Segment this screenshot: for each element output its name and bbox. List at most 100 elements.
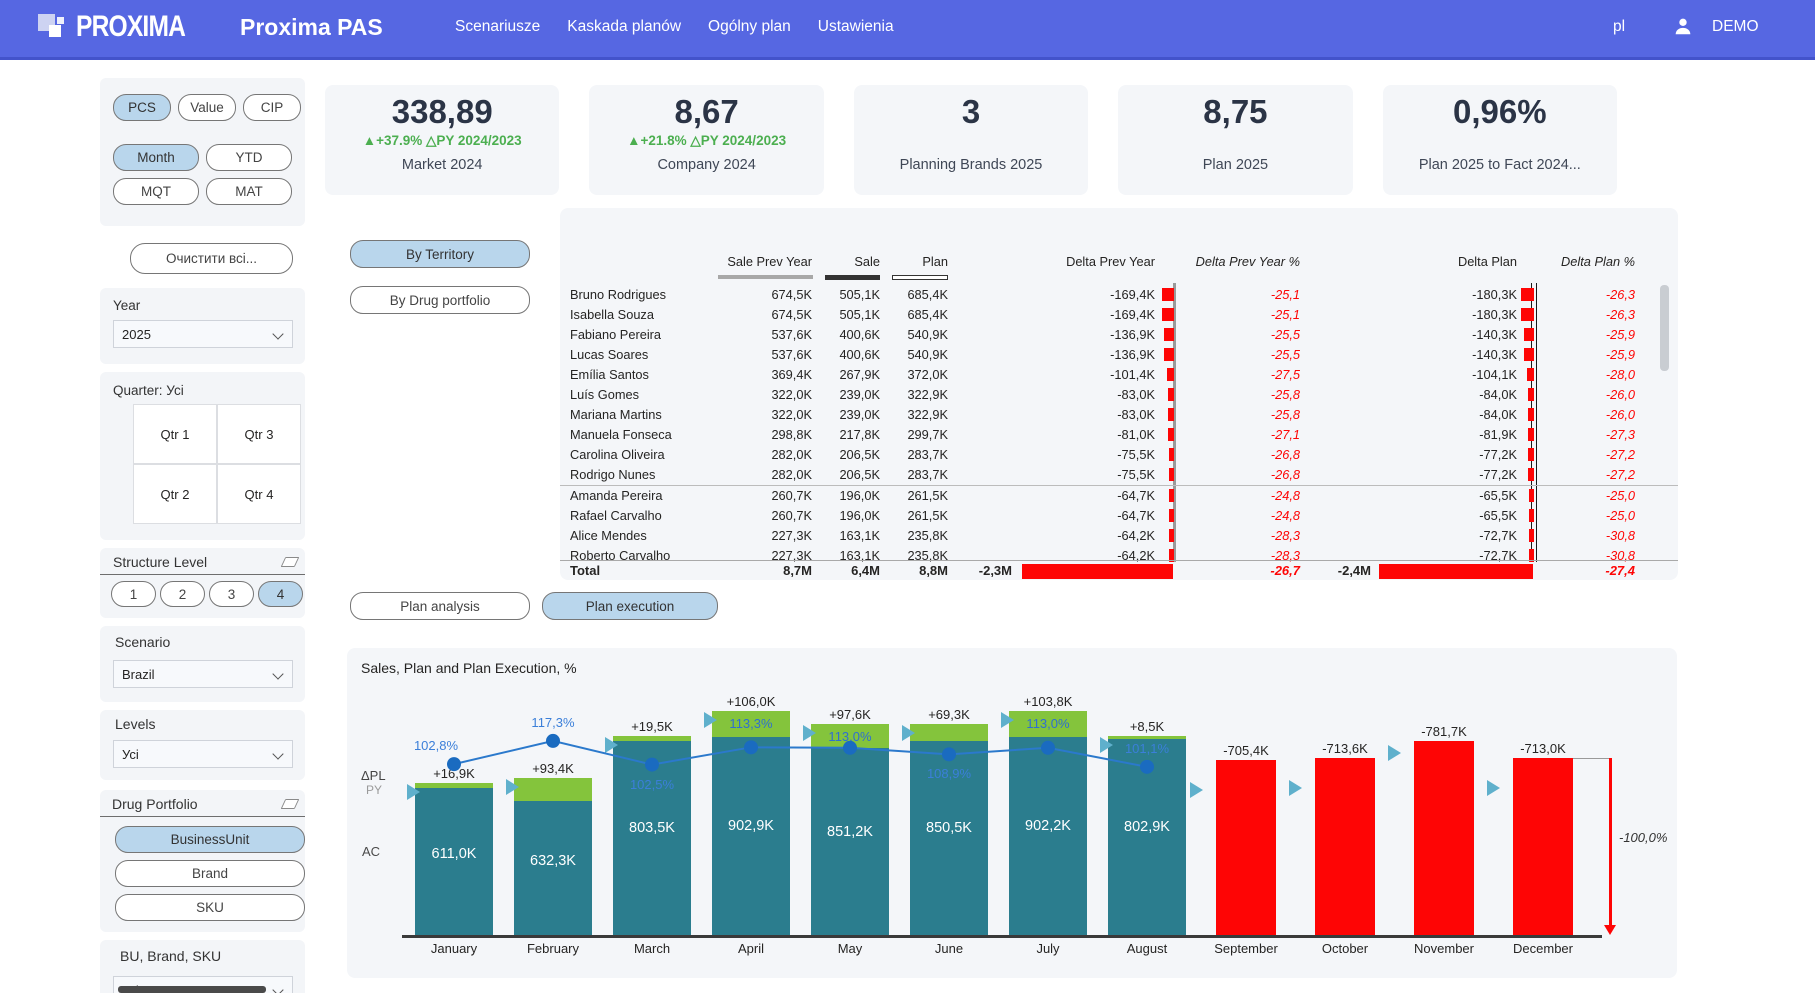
- scenario-dropdown[interactable]: Brazil: [113, 660, 293, 688]
- col-delta-plan[interactable]: Delta Plan: [1300, 252, 1517, 272]
- quarter-label: Quarter: Усі: [113, 383, 184, 398]
- table-row[interactable]: Mariana Martins322,0K239,0K322,9K-83,0K-…: [560, 405, 1678, 425]
- username-label[interactable]: DEMO: [1712, 18, 1759, 36]
- tab-plan-analysis[interactable]: Plan analysis: [350, 592, 530, 620]
- table-row[interactable]: Manuela Fonseca298,8K217,8K299,7K-81,0K-…: [560, 425, 1678, 445]
- clear-all-button[interactable]: Очистити всі...: [130, 243, 293, 274]
- levels-panel: Levels Усі: [100, 710, 305, 780]
- table-row[interactable]: Alice Mendes227,3K163,1K235,8K-64,2K-28,…: [560, 526, 1678, 546]
- period-button-ytd[interactable]: YTD: [206, 144, 292, 171]
- kpi-value: 338,89: [325, 89, 559, 133]
- unit-button-value[interactable]: Value: [178, 94, 236, 121]
- delta-prev-year-bar: [1168, 388, 1174, 401]
- kpi-value: 8,75: [1118, 89, 1352, 133]
- table-row[interactable]: Rodrigo Nunes282,0K206,5K283,7K-75,5K-26…: [560, 465, 1678, 486]
- chevron-down-icon: [272, 668, 283, 679]
- delta-prev-year-bar: [1162, 288, 1174, 301]
- year-dropdown[interactable]: 2025: [113, 320, 293, 348]
- table-scrollbar[interactable]: [1660, 285, 1669, 371]
- col-delta-prev-year[interactable]: Delta Prev Year: [948, 252, 1155, 272]
- table-row[interactable]: Luís Gomes322,0K239,0K322,9K-83,0K-25,8-…: [560, 385, 1678, 405]
- kpi-label: Company 2024: [589, 157, 823, 173]
- structure-level-2[interactable]: 2: [160, 581, 205, 607]
- play-marker-icon: [704, 712, 717, 728]
- scroll-indicator[interactable]: [118, 986, 266, 993]
- table-row[interactable]: Lucas Soares537,6K400,6K540,9K-136,9K-25…: [560, 345, 1678, 365]
- delta-plan-bar: [1528, 448, 1534, 461]
- tab-by-drug-portfolio[interactable]: By Drug portfolio: [350, 286, 530, 314]
- delta-plan-bar: [1528, 428, 1534, 441]
- delta-prev-year-bar: [1167, 368, 1174, 381]
- kpi-card-company: 8,67 ▲+21.8% △PY 2024/2023 Company 2024: [589, 85, 823, 195]
- eraser-icon[interactable]: [281, 557, 300, 567]
- missing-plan-label: -781,7K: [1421, 724, 1467, 739]
- col-sale[interactable]: Sale: [812, 252, 880, 272]
- quarter-button-qtr2[interactable]: Qtr 2: [133, 464, 217, 524]
- delta-value-label: +93,4K: [532, 761, 574, 776]
- table-row[interactable]: Bruno Rodrigues674,5K505,1K685,4K-169,4K…: [560, 285, 1678, 305]
- table-row[interactable]: Emília Santos369,4K267,9K372,0K-101,4K-2…: [560, 365, 1678, 385]
- kpi-row: 338,89 ▲+37.9% △PY 2024/2023 Market 2024…: [325, 85, 1617, 195]
- tab-plan-execution[interactable]: Plan execution: [542, 592, 718, 620]
- delta-plan-bar: [1524, 328, 1534, 341]
- eraser-icon[interactable]: [281, 799, 300, 809]
- delta-plan-bar: [1521, 288, 1534, 301]
- delta-prev-year-bar: [1169, 489, 1174, 502]
- py-legend-mark: [718, 275, 813, 279]
- table-row[interactable]: Fabiano Pereira537,6K400,6K540,9K-136,9K…: [560, 325, 1678, 345]
- nav-item-kaskada-planow[interactable]: Kaskada planów: [567, 18, 681, 36]
- period-button-month[interactable]: Month: [113, 144, 199, 171]
- quarter-button-qtr4[interactable]: Qtr 4: [217, 464, 301, 524]
- execution-pct-label: 102,5%: [630, 777, 674, 792]
- levels-dropdown[interactable]: Усі: [113, 740, 293, 768]
- language-selector[interactable]: pl: [1613, 18, 1625, 36]
- annotation-connector-line: [1573, 758, 1609, 759]
- unit-button-cip[interactable]: CIP: [243, 94, 301, 121]
- quarter-panel: Quarter: Усі Qtr 1 Qtr 3 Qtr 2 Qtr 4: [100, 372, 305, 540]
- play-marker-icon: [407, 784, 420, 800]
- col-plan[interactable]: Plan: [880, 252, 948, 272]
- drug-button-brand[interactable]: Brand: [115, 860, 305, 887]
- missing-plan-bar: [1216, 760, 1276, 935]
- structure-level-3[interactable]: 3: [209, 581, 254, 607]
- table-row[interactable]: Isabella Souza674,5K505,1K685,4K-169,4K-…: [560, 305, 1678, 325]
- fact-value-label: 632,3K: [530, 853, 576, 869]
- period-button-mat[interactable]: MAT: [206, 178, 292, 205]
- plan-execution-annotation: -100,0%: [1619, 830, 1667, 845]
- user-icon[interactable]: [1672, 15, 1694, 42]
- quarter-button-qtr1[interactable]: Qtr 1: [133, 404, 217, 464]
- unit-button-pcs[interactable]: PCS: [113, 94, 171, 121]
- period-button-mqt[interactable]: MQT: [113, 178, 199, 205]
- tab-by-territory[interactable]: By Territory: [350, 240, 530, 268]
- col-sale-prev-year[interactable]: Sale Prev Year: [720, 252, 812, 272]
- delta-plan-segment: [415, 783, 493, 787]
- kpi-card-plan: 8,75 Plan 2025: [1118, 85, 1352, 195]
- delta-prev-year-bar: [1164, 328, 1174, 341]
- delta-plan-bar: [1521, 308, 1534, 321]
- quarter-button-qtr3[interactable]: Qtr 3: [217, 404, 301, 464]
- kpi-card-planning-brands: 3 Planning Brands 2025: [854, 85, 1088, 195]
- table-row[interactable]: Rafael Carvalho260,7K196,0K261,5K-64,7K-…: [560, 506, 1678, 526]
- structure-level-1[interactable]: 1: [111, 581, 156, 607]
- table-row[interactable]: Amanda Pereira260,7K196,0K261,5K-64,7K-2…: [560, 486, 1678, 506]
- col-delta-prev-year-pct[interactable]: Delta Prev Year %: [1175, 252, 1300, 272]
- month-axis-label: August: [1102, 941, 1192, 956]
- month-axis-label: January: [409, 941, 499, 956]
- month-axis-label: March: [607, 941, 697, 956]
- unit-period-panel: PCS Value CIP Month YTD MQT MAT: [100, 78, 305, 226]
- delta-plan-bar: [1527, 368, 1534, 381]
- month-axis-label: September: [1201, 941, 1291, 956]
- nav-item-ustawienia[interactable]: Ustawienia: [818, 18, 894, 36]
- structure-level-4[interactable]: 4: [258, 581, 303, 607]
- month-axis-label: May: [805, 941, 895, 956]
- page-title: Proxima PAS: [240, 14, 383, 41]
- missing-plan-label: -713,0K: [1520, 741, 1566, 756]
- drug-button-businessunit[interactable]: BusinessUnit: [115, 826, 305, 853]
- nav-item-scenariusze[interactable]: Scenariusze: [455, 18, 540, 36]
- nav-item-ogolny-plan[interactable]: Ogólny plan: [708, 18, 791, 36]
- table-row[interactable]: Carolina Oliveira282,0K206,5K283,7K-75,5…: [560, 445, 1678, 465]
- year-panel: Year 2025: [100, 288, 305, 364]
- month-axis-label: April: [706, 941, 796, 956]
- drug-button-sku[interactable]: SKU: [115, 894, 305, 921]
- col-delta-plan-pct[interactable]: Delta Plan %: [1535, 252, 1635, 272]
